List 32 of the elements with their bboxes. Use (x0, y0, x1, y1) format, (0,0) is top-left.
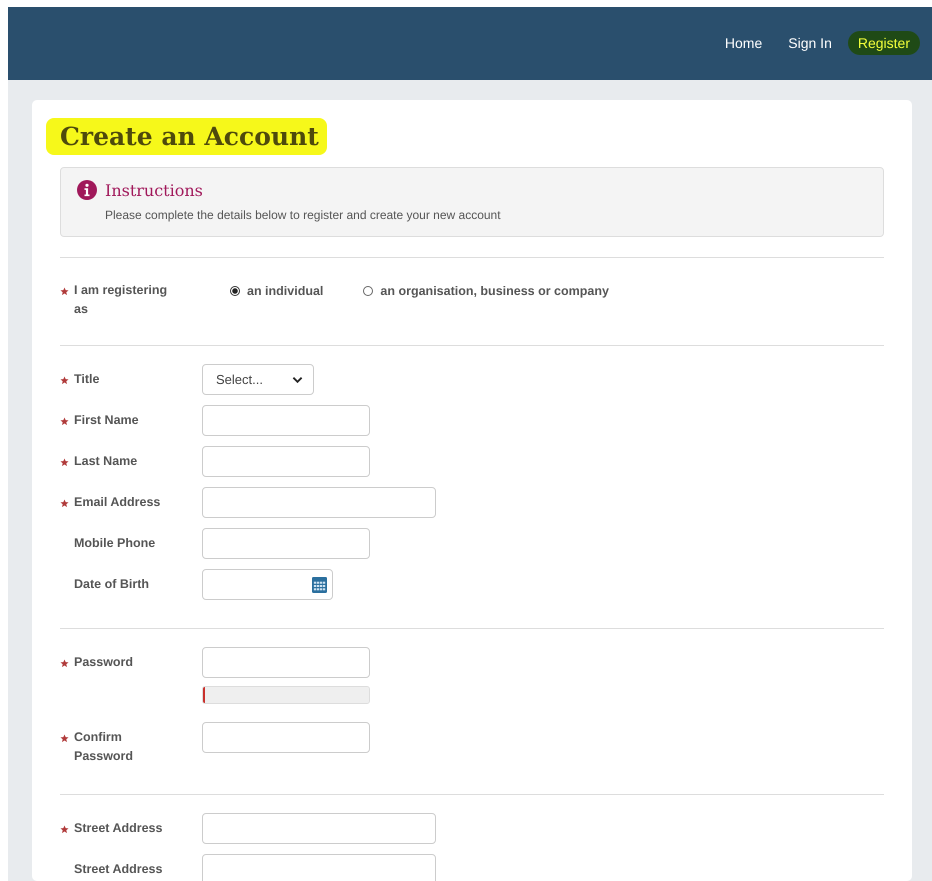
text-field[interactable] (202, 487, 436, 518)
nav-link[interactable]: Sign In (778, 30, 842, 54)
chevron-icon (292, 376, 303, 384)
radio-option[interactable]: an organisation, business or company (363, 284, 609, 298)
text-field[interactable] (202, 405, 370, 436)
field-label: Title (74, 371, 100, 388)
title-dropdown[interactable]: Select... (202, 364, 314, 395)
text-field[interactable] (202, 854, 436, 881)
date-field[interactable] (202, 569, 333, 600)
nav-link[interactable]: Register (848, 30, 920, 54)
instructions-heading: Instructions (105, 180, 203, 200)
field-label: Street Address (74, 861, 162, 878)
field-label: Street Address (74, 820, 162, 837)
field-label: Confirm Password (74, 729, 134, 765)
field-label: Last Name (74, 453, 138, 470)
field-label: I am registering as (74, 282, 168, 318)
text-field[interactable] (202, 722, 370, 753)
field-label: Date of Birth (74, 576, 149, 593)
field-label: First Name (74, 412, 139, 429)
text-field[interactable] (202, 813, 436, 844)
nav-link[interactable]: Home (714, 30, 772, 54)
info-icon (77, 180, 97, 200)
text-field[interactable] (202, 446, 370, 477)
field-label: Email Address (74, 494, 160, 511)
page-title: Create an Account (46, 118, 327, 155)
text-field[interactable] (202, 528, 370, 559)
radio-option[interactable]: an individual (230, 284, 324, 298)
field-label: Mobile Phone (74, 535, 156, 552)
calendar-icon (312, 576, 327, 593)
instructions-text: Please complete the details below to register and create your new account (105, 208, 502, 222)
password-field[interactable] (202, 647, 370, 678)
field-label: Password (74, 654, 134, 671)
